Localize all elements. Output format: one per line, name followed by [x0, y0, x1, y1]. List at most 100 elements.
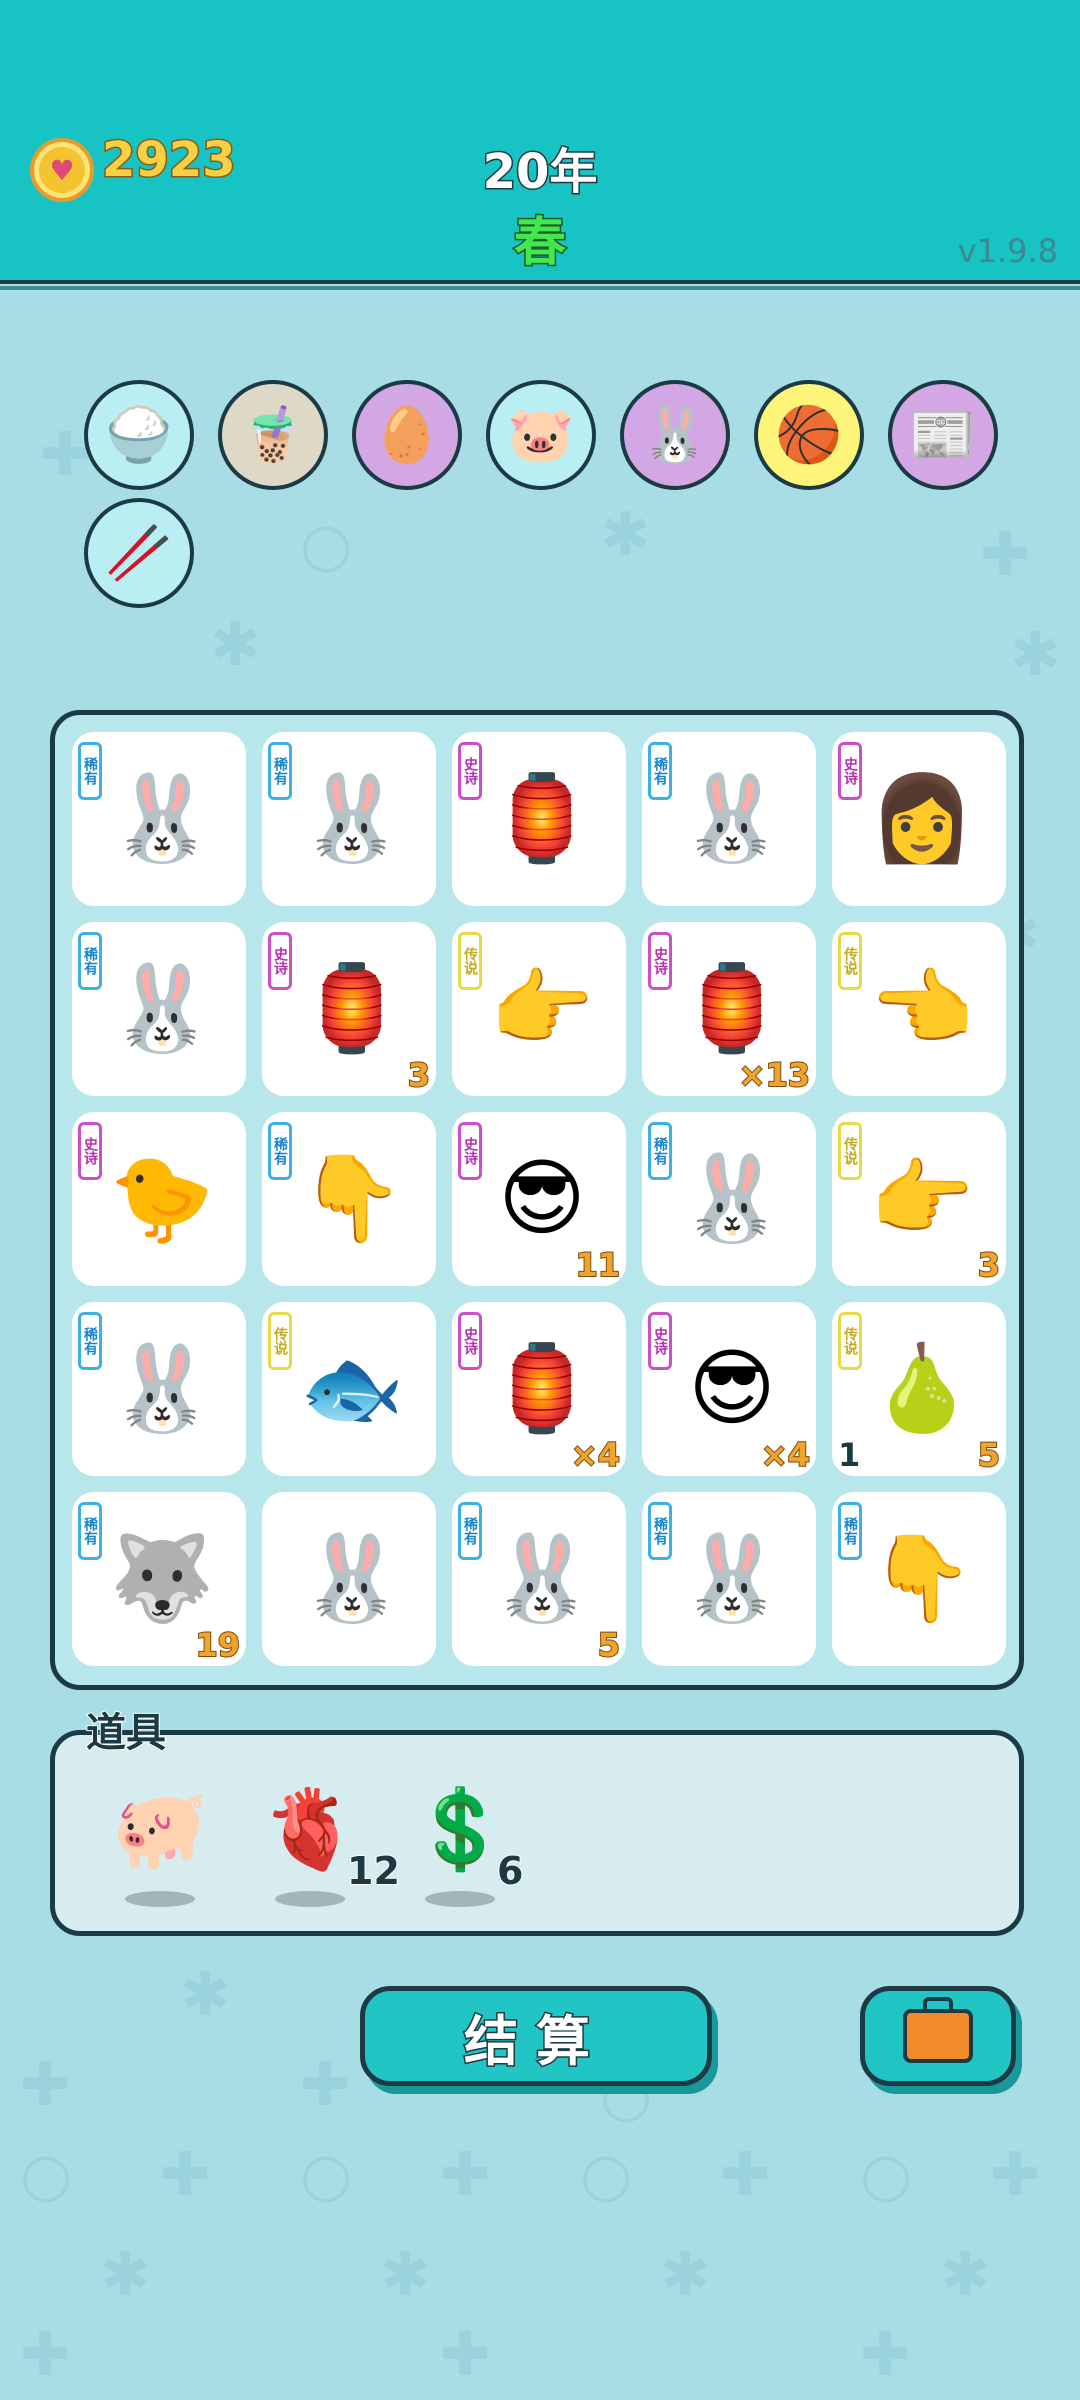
rabbit-icon: 🐰: [679, 768, 785, 867]
rabbit-icon: 🐰: [489, 1528, 595, 1627]
symbol-count: ×4: [760, 1435, 811, 1475]
rarity-tag: 稀有: [648, 742, 672, 800]
board-cell[interactable]: 史诗 🏮 3: [262, 922, 436, 1096]
header-divider: [0, 286, 1080, 290]
rarity-tag: 史诗: [458, 1312, 482, 1370]
rarity-tag: 稀有: [78, 1502, 102, 1560]
rarity-tag: 稀有: [268, 742, 292, 800]
rarity-tag: 史诗: [648, 1312, 672, 1370]
board-cell[interactable]: 稀有 🐰: [642, 732, 816, 906]
rabbit-house-icon: 🏮: [489, 768, 595, 867]
piggy-bank-icon[interactable]: 🐖: [105, 1775, 215, 1885]
rice-bowl-icon[interactable]: 🍚: [84, 380, 194, 490]
board-cell[interactable]: 传说 👉 3: [832, 1112, 1006, 1286]
briefcase-icon: [903, 1997, 973, 2063]
item-shadow: [425, 1891, 495, 1907]
board-cell[interactable]: 史诗 🐤: [72, 1112, 246, 1286]
rarity-tag: 稀有: [78, 932, 102, 990]
board-cell[interactable]: 稀有 🐰: [72, 732, 246, 906]
board-cell[interactable]: 史诗 😎 ×4: [642, 1302, 816, 1476]
chick-with-hair-icon: 🐤: [109, 1148, 215, 1247]
rabbit-house-icon: 🏮: [299, 958, 405, 1057]
board-cell[interactable]: 稀有 🐰: [72, 922, 246, 1096]
rabbit-icon: 🐰: [679, 1148, 785, 1247]
rarity-tag: 史诗: [838, 742, 862, 800]
settle-button[interactable]: 结算: [360, 1986, 712, 2086]
rarity-tag: 稀有: [838, 1502, 862, 1560]
egg-icon[interactable]: 🥚: [352, 380, 462, 490]
board-cell[interactable]: 稀有 🐰 5: [452, 1492, 626, 1666]
rabbit-icon[interactable]: 🐰: [620, 380, 730, 490]
pointing-hand-right-icon: 👉: [489, 958, 595, 1057]
version-label: v1.9.8: [957, 232, 1058, 270]
symbol-sub-count: 1: [838, 1436, 861, 1474]
rarity-tag: 史诗: [268, 932, 292, 990]
rarity-tag: 史诗: [78, 1122, 102, 1180]
pointing-hand-down-icon: 👇: [299, 1148, 405, 1247]
pear-icon: 🍐: [869, 1338, 975, 1437]
time-magazine-icon[interactable]: 📰: [888, 380, 998, 490]
board-cell[interactable]: 史诗 🏮 ×4: [452, 1302, 626, 1476]
pointing-hand-right-icon: 👉: [869, 1148, 975, 1247]
board-cell[interactable]: 稀有 👇: [832, 1492, 1006, 1666]
bag-button[interactable]: [860, 1986, 1016, 2086]
rabbit-icon: 🐰: [109, 1338, 215, 1437]
rabbit-icon: 🐰: [109, 768, 215, 867]
rarity-tag: 稀有: [458, 1502, 482, 1560]
board-cell[interactable]: 稀有 🐰: [262, 732, 436, 906]
green-hat-man-icon: 😎: [688, 1339, 776, 1437]
piggy-bank-icon[interactable]: 🐷: [486, 380, 596, 490]
board-cell[interactable]: 稀有 🐰: [642, 1112, 816, 1286]
rarity-tag: 史诗: [458, 1122, 482, 1180]
rabbit-icon: 🐰: [679, 1528, 785, 1627]
rarity-tag: 传说: [838, 932, 862, 990]
board-cell[interactable]: 稀有 🐰: [72, 1302, 246, 1476]
board-cell[interactable]: 传说 🐟: [262, 1302, 436, 1476]
board-cell[interactable]: 史诗 😎 11: [452, 1112, 626, 1286]
board-cell[interactable]: 稀有 🐰: [642, 1492, 816, 1666]
board-cell[interactable]: 传说 👈: [832, 922, 1006, 1096]
board-cell[interactable]: 传说 🍐 5 1: [832, 1302, 1006, 1476]
board-cell[interactable]: 史诗 👩: [832, 732, 1006, 906]
board-cell[interactable]: 🐰: [262, 1492, 436, 1666]
rabbit-house-icon: 🏮: [679, 958, 785, 1057]
symbol-count: 5: [597, 1625, 621, 1665]
rarity-tag: 传说: [268, 1312, 292, 1370]
rarity-tag: 稀有: [78, 1312, 102, 1370]
symbol-count: 3: [977, 1245, 1001, 1285]
rarity-tag: 稀有: [648, 1122, 672, 1180]
board-cell[interactable]: 稀有 🐺 19: [72, 1492, 246, 1666]
board-cell[interactable]: 史诗 🏮: [452, 732, 626, 906]
rarity-tag: 稀有: [78, 742, 102, 800]
rarity-tag: 稀有: [268, 1122, 292, 1180]
koi-fish-icon: 🐟: [299, 1338, 405, 1437]
basketball-icon[interactable]: 🏀: [754, 380, 864, 490]
symbol-count: ×4: [570, 1435, 621, 1475]
symbol-count: ×13: [738, 1055, 811, 1095]
girl-portrait-icon: 👩: [869, 768, 975, 867]
item-count: 12: [346, 1848, 401, 1894]
rarity-tag: 传说: [838, 1122, 862, 1180]
rabbit-house-icon: 🏮: [489, 1338, 595, 1437]
item-shadow: [275, 1891, 345, 1907]
board-cell[interactable]: 传说 👉: [452, 922, 626, 1096]
board-cell[interactable]: 史诗 🏮 ×13: [642, 922, 816, 1096]
season-label: 春: [512, 212, 567, 275]
heart-coin-icon: ♥: [30, 138, 94, 202]
rabbit-icon: 🐰: [299, 1528, 405, 1627]
rabbit-icon: 🐰: [299, 768, 405, 867]
rabbit-icon: 🐰: [109, 958, 215, 1057]
rarity-tag: 史诗: [648, 932, 672, 990]
green-hat-man-icon: 😎: [498, 1149, 586, 1247]
pointing-hand-down-icon: 👇: [869, 1528, 975, 1627]
symbol-count: 3: [407, 1055, 431, 1095]
rarity-tag: 传说: [458, 932, 482, 990]
year-label: 20年: [481, 143, 599, 202]
items-panel: 🐖 🫀 12 💲 6: [50, 1730, 1024, 1936]
pointing-hand-left-icon: 👈: [869, 958, 975, 1057]
chopsticks-icon[interactable]: 🥢: [84, 498, 194, 608]
rarity-tag: 稀有: [648, 1502, 672, 1560]
bubble-tea-icon[interactable]: 🧋: [218, 380, 328, 490]
symbol-count: 5: [977, 1435, 1001, 1475]
board-cell[interactable]: 稀有 👇: [262, 1112, 436, 1286]
